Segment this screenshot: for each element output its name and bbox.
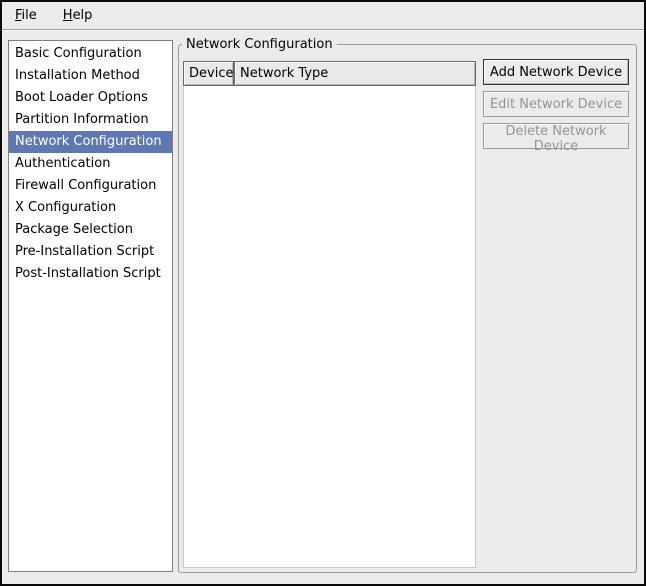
sidebar-item-basic-configuration[interactable]: Basic Configuration: [9, 43, 172, 65]
column-header-device[interactable]: Device: [183, 61, 234, 86]
menu-help[interactable]: Help: [57, 5, 99, 26]
menu-help-rest: elp: [73, 8, 93, 23]
menu-file[interactable]: File: [9, 5, 43, 26]
kickstart-configurator-window: File Help Basic Configuration Installati…: [0, 0, 646, 586]
add-network-device-button[interactable]: Add Network Device: [483, 59, 629, 85]
device-table-header: Device Network Type: [183, 61, 476, 86]
section-list: Basic Configuration Installation Method …: [8, 40, 173, 572]
edit-network-device-button[interactable]: Edit Network Device: [483, 91, 629, 117]
sidebar-item-authentication[interactable]: Authentication: [9, 153, 172, 175]
sidebar-item-x-configuration[interactable]: X Configuration: [9, 197, 172, 219]
sidebar-item-network-configuration[interactable]: Network Configuration: [9, 131, 172, 153]
sidebar-item-pre-installation-script[interactable]: Pre-Installation Script: [9, 241, 172, 263]
menu-file-rest: ile: [22, 8, 37, 23]
sidebar-item-boot-loader-options[interactable]: Boot Loader Options: [9, 87, 172, 109]
sidebar-item-post-installation-script[interactable]: Post-Installation Script: [9, 263, 172, 285]
menubar: File Help: [2, 2, 644, 30]
menu-help-accel: H: [63, 8, 73, 23]
sidebar-item-installation-method[interactable]: Installation Method: [9, 65, 172, 87]
column-header-network-type[interactable]: Network Type: [234, 61, 476, 86]
sidebar-item-firewall-configuration[interactable]: Firewall Configuration: [9, 175, 172, 197]
frame-title: Network Configuration: [182, 36, 337, 53]
sidebar-item-partition-information[interactable]: Partition Information: [9, 109, 172, 131]
sidebar-item-package-selection[interactable]: Package Selection: [9, 219, 172, 241]
delete-network-device-button[interactable]: Delete Network Device: [483, 123, 629, 149]
device-table-body[interactable]: [183, 86, 476, 568]
